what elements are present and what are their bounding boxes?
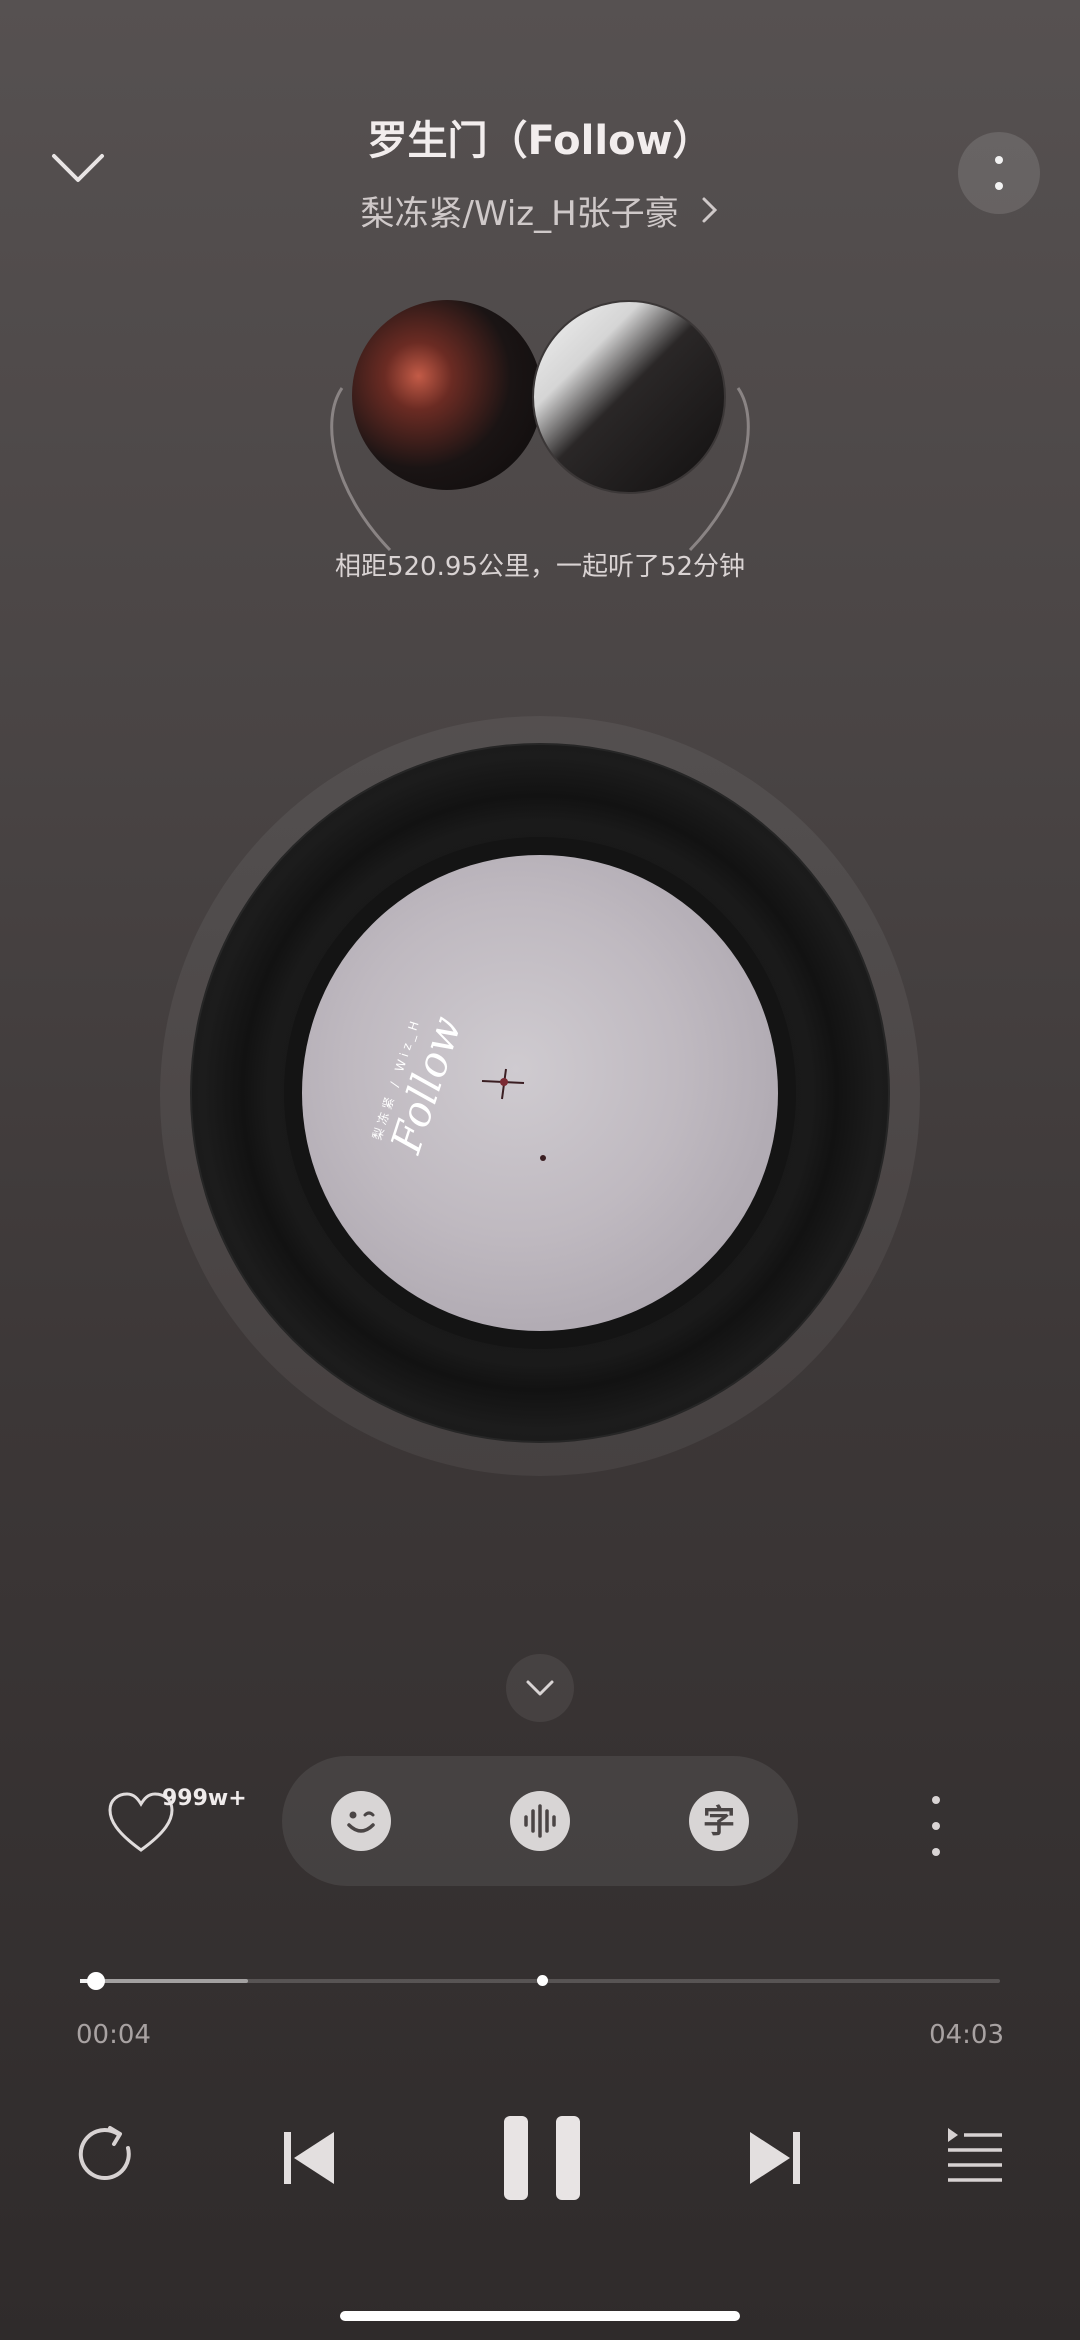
lyrics-button[interactable]: 字 [689,1791,749,1851]
playlist-button[interactable] [946,2126,1006,2186]
pause-button[interactable] [502,2116,582,2200]
lyrics-char-icon: 字 [702,1802,735,1840]
listen-together-info: 相距520.95公里，一起听了52分钟 [334,552,746,582]
next-track-icon [750,2132,800,2184]
repeat-button[interactable] [72,2120,142,2190]
more-actions-button[interactable] [928,1796,944,1856]
progress-buffer [80,1979,248,1983]
song-title: 罗生门（Follow） [367,118,713,164]
bird-dot-graphic [540,1155,546,1161]
expand-lyrics-button[interactable] [506,1654,574,1722]
previous-track-icon [284,2132,334,2184]
avatar-partner[interactable] [532,300,726,494]
sound-effect-button[interactable] [510,1791,570,1851]
avatar-user[interactable] [352,300,542,490]
repeat-icon [78,2126,131,2181]
smile-face-icon [347,1811,375,1833]
artist-name: 梨冻紧/Wiz_H张子豪 [360,194,679,234]
album-cover[interactable]: Follow 梨冻紧 / Wiz_H [302,855,778,1331]
chevron-right-icon [700,194,720,234]
total-time: 04:03 [929,2020,1004,2050]
progress-marker [537,1975,548,1986]
bird-graphic [481,1068,525,1100]
progress-thumb[interactable] [87,1972,105,1990]
current-time: 00:04 [76,2020,151,2050]
like-count: 999w+ [162,1786,247,1811]
artist-link[interactable]: 梨冻紧/Wiz_H张子豪 [0,186,1080,235]
chevron-down-icon [526,1680,554,1696]
home-indicator[interactable] [340,2311,740,2321]
mood-button[interactable] [331,1791,391,1851]
playlist-icon [948,2128,1002,2182]
next-button[interactable] [744,2128,804,2188]
sound-wave-icon [524,1804,556,1838]
pause-icon [504,2116,580,2200]
more-options-button[interactable] [958,132,1040,214]
previous-button[interactable] [280,2128,340,2188]
